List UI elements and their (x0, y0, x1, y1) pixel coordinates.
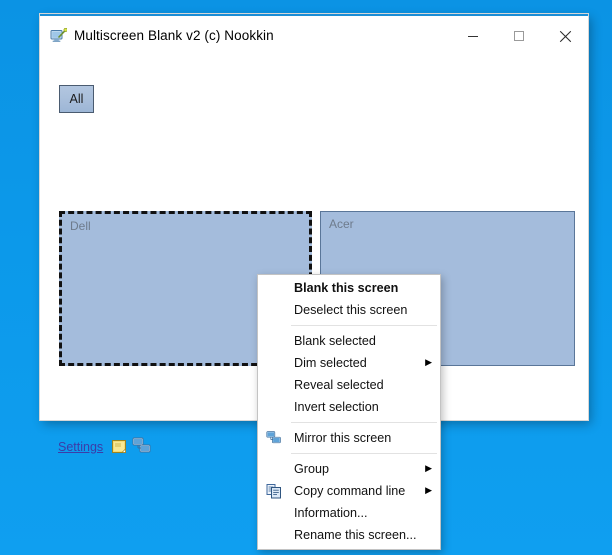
menu-item-mirror-this-screen[interactable]: Mirror this screen (258, 427, 440, 449)
menu-item-information[interactable]: Information... (258, 502, 440, 524)
maximize-button[interactable] (496, 16, 542, 56)
menu-item-dim-selected[interactable]: Dim selected ▶ (258, 352, 440, 374)
menu-item-invert-selection[interactable]: Invert selection (258, 396, 440, 418)
menu-item-label: Copy command line (294, 484, 406, 498)
desktop-background: Multiscreen Blank v2 (c) Nookkin All Del… (0, 0, 612, 555)
context-menu[interactable]: Blank this screen Deselect this screen Bla… (257, 274, 441, 550)
monitor-label: Acer (329, 217, 354, 231)
note-icon[interactable] (111, 438, 128, 455)
close-button[interactable] (542, 16, 588, 56)
submenu-arrow-icon: ▶ (425, 463, 432, 473)
menu-item-label: Information... (294, 506, 368, 520)
menu-item-blank-selected[interactable]: Blank selected (258, 330, 440, 352)
copy-icon (266, 483, 282, 499)
monitor-label: Dell (70, 219, 91, 233)
submenu-arrow-icon: ▶ (425, 357, 432, 367)
window-titlebar[interactable]: Multiscreen Blank v2 (c) Nookkin (40, 14, 588, 58)
minimize-icon (468, 36, 478, 37)
submenu-arrow-icon: ▶ (425, 485, 432, 495)
network-computer-icon[interactable] (132, 436, 152, 456)
close-icon (559, 30, 571, 42)
menu-item-label: Dim selected (294, 356, 367, 370)
maximize-icon (514, 31, 524, 41)
menu-separator (291, 453, 437, 454)
menu-item-label: Reveal selected (294, 378, 384, 392)
menu-item-label: Mirror this screen (294, 431, 392, 445)
menu-item-label: Blank selected (294, 334, 376, 348)
menu-item-deselect-this-screen[interactable]: Deselect this screen (258, 299, 440, 321)
menu-item-reveal-selected[interactable]: Reveal selected (258, 374, 440, 396)
all-button[interactable]: All (59, 85, 94, 113)
menu-item-label: Rename this screen... (294, 528, 417, 542)
menu-separator (291, 325, 437, 326)
menu-item-label: Blank this screen (294, 281, 399, 295)
menu-item-group[interactable]: Group ▶ (258, 458, 440, 480)
menu-item-label: Invert selection (294, 400, 379, 414)
menu-item-blank-this-screen[interactable]: Blank this screen (258, 277, 440, 299)
settings-link[interactable]: Settings (58, 440, 103, 454)
window-title: Multiscreen Blank v2 (c) Nookkin (74, 28, 274, 43)
minimize-button[interactable] (450, 16, 496, 56)
menu-item-copy-command-line[interactable]: Copy command line ▶ (258, 480, 440, 502)
menu-item-label: Deselect this screen (294, 303, 408, 317)
monitor-wand-icon (50, 27, 68, 45)
menu-separator (291, 422, 437, 423)
menu-item-rename-this-screen[interactable]: Rename this screen... (258, 524, 440, 546)
menu-item-label: Group (294, 462, 330, 476)
network-computer-icon (266, 430, 282, 446)
